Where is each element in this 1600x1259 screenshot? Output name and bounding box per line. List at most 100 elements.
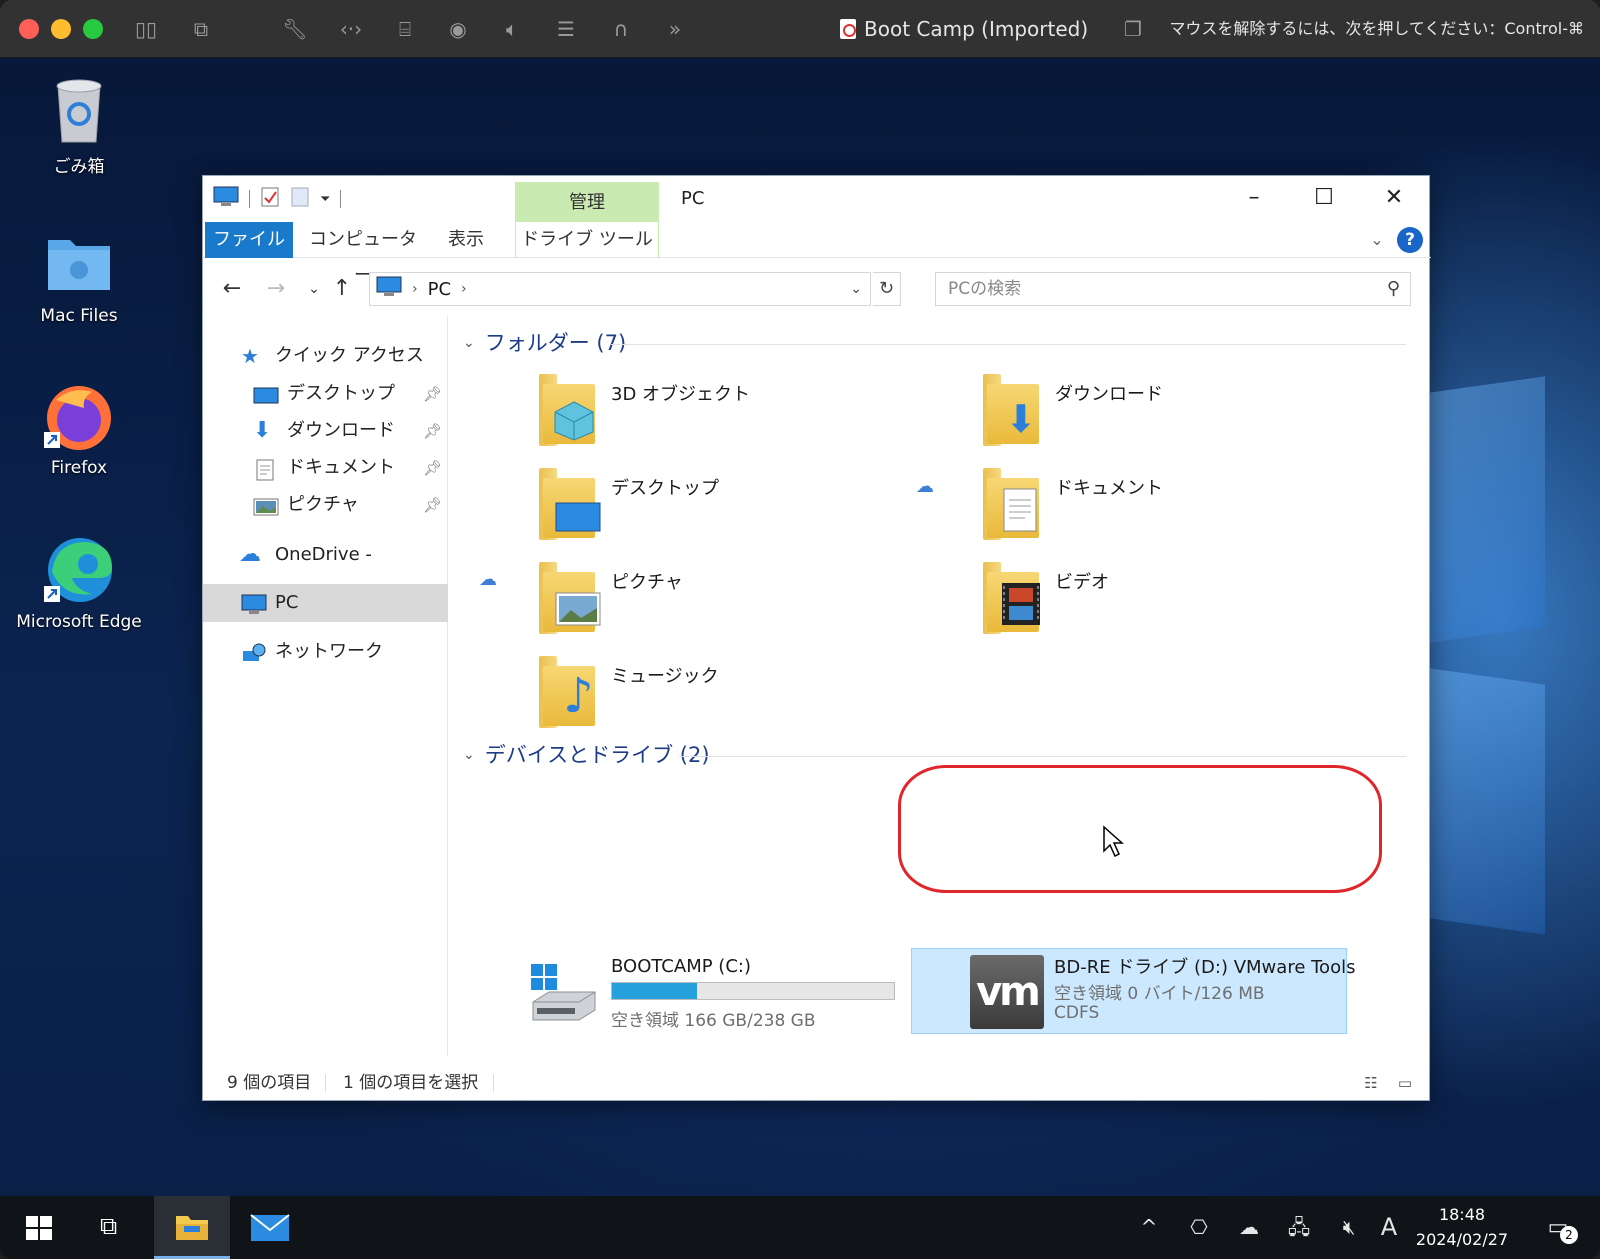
- divider: [493, 1074, 494, 1092]
- tab-drive-tools[interactable]: ドライブ ツール: [515, 222, 659, 258]
- nav-quick-access[interactable]: ★ クイック アクセス: [203, 337, 448, 375]
- computer-icon[interactable]: [213, 186, 239, 212]
- minimize-button[interactable]: –: [1219, 180, 1289, 216]
- recent-locations-button[interactable]: ⌄: [299, 274, 329, 304]
- up-button[interactable]: ↑: [327, 274, 357, 304]
- customize-qat-icon[interactable]: ⏷: [320, 192, 330, 207]
- tab-computer[interactable]: コンピューター: [303, 222, 423, 286]
- desktop-icon-edge[interactable]: Microsoft Edge: [14, 532, 144, 632]
- folder-documents[interactable]: ドキュメント: [983, 468, 1403, 554]
- tab-manage[interactable]: 管理: [515, 182, 659, 222]
- nav-pictures[interactable]: ピクチャ 📌︎: [203, 486, 448, 524]
- folder-desktop[interactable]: デスクトップ: [539, 468, 959, 554]
- window-title: PC: [681, 188, 705, 209]
- close-traffic-light[interactable]: [19, 19, 39, 39]
- pause-icon[interactable]: ▯▯: [131, 14, 161, 44]
- desktop-icon-recycle-bin[interactable]: ごみ箱: [14, 72, 144, 177]
- snapshot-icon[interactable]: ⧉: [186, 14, 216, 44]
- download-arrow-icon: ⬇: [253, 418, 272, 443]
- nav-documents[interactable]: ドキュメント 📌︎: [203, 449, 448, 487]
- ime-indicator[interactable]: A: [1372, 1212, 1406, 1242]
- nav-pc[interactable]: PC: [203, 584, 448, 622]
- folder-videos[interactable]: ビデオ: [983, 562, 1403, 648]
- large-icons-view-icon[interactable]: ▭: [1393, 1072, 1417, 1094]
- folder-name: ダウンロード: [1055, 384, 1163, 405]
- desktop-icon-mac-files[interactable]: Mac Files: [14, 226, 144, 326]
- close-button[interactable]: ✕: [1359, 180, 1429, 216]
- breadcrumb-separator[interactable]: ›: [461, 281, 467, 297]
- pin-icon[interactable]: 📌︎: [423, 412, 442, 450]
- tab-view[interactable]: 表示: [441, 222, 491, 258]
- nav-onedrive[interactable]: ☁ OneDrive - Personal: [203, 536, 448, 604]
- desktop-icon-firefox[interactable]: Firefox: [14, 378, 144, 478]
- taskbar-mail[interactable]: [234, 1196, 306, 1259]
- group-header-folders[interactable]: ⌄ フォルダー (7): [463, 328, 626, 358]
- task-view-icon: ⧉: [100, 1212, 118, 1240]
- pin-icon[interactable]: 📌︎: [423, 449, 442, 487]
- camera-icon[interactable]: ◉: [443, 14, 473, 44]
- folder-music[interactable]: ♪ ミュージック: [539, 656, 959, 742]
- speaker-icon[interactable]: 🔈︎: [497, 14, 527, 44]
- nav-downloads[interactable]: ⬇ ダウンロード 📌︎: [203, 412, 448, 450]
- group-header-drives[interactable]: ⌄ デバイスとドライブ (2): [463, 740, 710, 770]
- volume-muted-icon[interactable]: 🔇︎: [1332, 1212, 1366, 1242]
- new-folder-icon[interactable]: [290, 186, 310, 212]
- breadcrumb-separator: ›: [412, 281, 418, 297]
- headphones-icon[interactable]: ∩: [606, 14, 636, 44]
- desktop-icon-label: Mac Files: [40, 306, 118, 326]
- tray-overflow-icon[interactable]: ^: [1132, 1212, 1166, 1242]
- folder-pictures[interactable]: ピクチャ: [539, 562, 959, 648]
- host-window: ▯▯ ⧉ 🔧︎ ‹·› ⌸ ◉ 🔈︎ ☰ ∩ » Boot Camp (Impo…: [0, 0, 1600, 1259]
- wrench-icon[interactable]: 🔧︎: [280, 14, 310, 44]
- search-input[interactable]: PCの検索 ⚲: [935, 272, 1411, 306]
- chevron-down-icon: ⌄: [463, 335, 475, 351]
- computer-icon: [241, 592, 267, 614]
- network-tray-icon[interactable]: 🖧︎: [1282, 1212, 1316, 1242]
- notification-center-button[interactable]: ▭ 2: [1536, 1212, 1580, 1244]
- window-mode-icon[interactable]: ❐: [1118, 14, 1148, 44]
- taskbar-clock[interactable]: 18:48 2024/02/27: [1404, 1202, 1520, 1252]
- tab-file[interactable]: ファイル: [205, 222, 293, 258]
- drive-d-selected[interactable]: vm BD-RE ドライブ (D:) VMware Tools 空き領域 0 バ…: [911, 948, 1355, 1034]
- onedrive-tray-icon[interactable]: ☁: [1232, 1212, 1266, 1242]
- meet-icon[interactable]: ⎔: [1182, 1212, 1216, 1242]
- breadcrumb-pc[interactable]: PC: [428, 279, 451, 300]
- cloud-sync-icon: ☁: [916, 476, 934, 497]
- clock-date: 2024/02/27: [1415, 1230, 1509, 1249]
- nav-desktop[interactable]: デスクトップ 📌︎: [203, 375, 448, 413]
- nav-label: デスクトップ: [287, 383, 395, 404]
- nav-label: ネットワーク: [275, 641, 383, 662]
- cloud-sync-icon: ☁: [479, 569, 497, 590]
- nav-network[interactable]: ネットワーク: [203, 633, 448, 671]
- pin-icon[interactable]: 📌︎: [423, 486, 442, 524]
- refresh-button[interactable]: ↻: [873, 272, 901, 306]
- minimize-traffic-light[interactable]: [51, 19, 71, 39]
- taskbar: ⧉ ^ ⎔ ☁ 🖧︎ 🔇︎ A 18:48 2024/02/27 ▭ 2: [0, 1196, 1600, 1259]
- start-button[interactable]: [2, 1196, 74, 1259]
- chevron-down-icon[interactable]: ⌄: [1365, 228, 1389, 252]
- taskbar-file-explorer[interactable]: [154, 1196, 230, 1259]
- details-view-icon[interactable]: ☷: [1359, 1072, 1383, 1094]
- maximize-button[interactable]: ☐: [1289, 180, 1359, 216]
- properties-icon[interactable]: [260, 186, 280, 212]
- back-button[interactable]: ←: [217, 274, 247, 304]
- usb-list-icon[interactable]: ☰: [551, 14, 581, 44]
- desktop-icon-label: ごみ箱: [53, 157, 105, 177]
- pin-icon[interactable]: 📌︎: [423, 375, 442, 413]
- zoom-traffic-light[interactable]: [83, 19, 103, 39]
- more-chevron-icon[interactable]: »: [660, 14, 690, 44]
- folder-3d-objects[interactable]: 3D オブジェクト: [539, 374, 959, 460]
- videos-folder-icon: [983, 562, 1045, 634]
- file-explorer-window: ⏷ 管理 PC – ☐ ✕ ファイル コンピューター 表示 ドライブ ツール ⌄…: [202, 175, 1431, 1101]
- drive-usage-fill: [612, 983, 697, 999]
- folder-downloads[interactable]: ⬇ ダウンロード: [983, 374, 1403, 460]
- help-icon[interactable]: ?: [1397, 227, 1423, 253]
- task-view-button[interactable]: ⧉: [76, 1196, 148, 1259]
- forward-button[interactable]: →: [261, 274, 291, 304]
- drive-c[interactable]: BOOTCAMP (C:) 空き領域 166 GB/238 GB: [529, 952, 909, 1038]
- music-folder-icon: ♪: [539, 656, 601, 728]
- address-bar[interactable]: › PC › ⌄: [369, 272, 871, 306]
- disk-icon[interactable]: ⌸: [390, 14, 420, 44]
- network-arrows-icon[interactable]: ‹·›: [336, 14, 366, 44]
- chevron-down-icon[interactable]: ⌄: [850, 273, 862, 305]
